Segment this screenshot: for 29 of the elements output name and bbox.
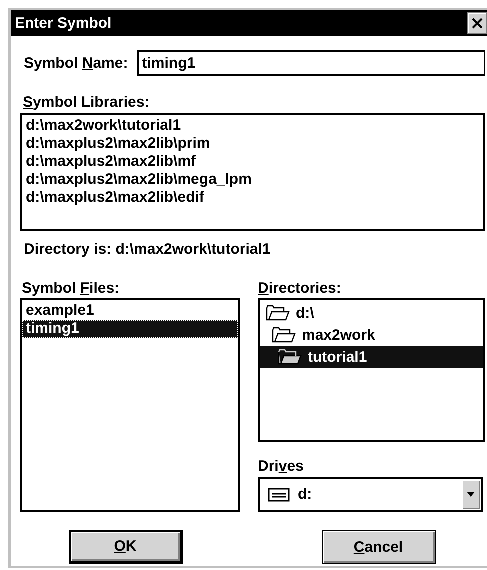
directory-item[interactable]: max2work: [260, 324, 483, 346]
drives-dropdown[interactable]: d:: [258, 477, 483, 512]
dropdown-button[interactable]: [462, 480, 480, 509]
directories-label: Directories:: [258, 280, 342, 297]
library-item[interactable]: d:\maxplus2\max2lib\prim: [22, 135, 483, 153]
directory-item[interactable]: tutorial1: [260, 346, 483, 368]
file-item[interactable]: timing1: [22, 320, 238, 338]
file-item[interactable]: example1: [22, 302, 238, 320]
symbol-name-field[interactable]: timing1: [137, 50, 485, 76]
directory-path-text: Directory is: d:\max2work\tutorial1: [24, 241, 272, 258]
library-item[interactable]: d:\maxplus2\max2lib\mega_lpm: [22, 171, 483, 189]
cancel-button[interactable]: Cancel: [322, 530, 436, 564]
drive-icon: [268, 488, 290, 502]
symbol-files-label: Symbol Files:: [22, 280, 121, 297]
caret-icon: [467, 492, 475, 497]
directory-item[interactable]: d:\: [260, 302, 483, 324]
library-item[interactable]: d:\maxplus2\max2lib\mf: [22, 153, 483, 171]
ok-button[interactable]: OK: [69, 530, 183, 564]
folder-icon: [272, 326, 296, 344]
folder-icon: [266, 304, 290, 322]
folder-icon: [278, 348, 302, 366]
symbol-libraries-label: Symbol Libraries:: [23, 94, 151, 111]
drives-label: Drives: [258, 458, 305, 475]
library-item[interactable]: d:\max2work\tutorial1: [22, 117, 483, 135]
symbol-name-label: Symbol Name:: [24, 54, 128, 72]
close-icon: [472, 18, 482, 28]
library-item[interactable]: d:\maxplus2\max2lib\edif: [22, 189, 483, 207]
close-button[interactable]: [467, 12, 487, 34]
window-title: Enter Symbol: [15, 14, 112, 32]
